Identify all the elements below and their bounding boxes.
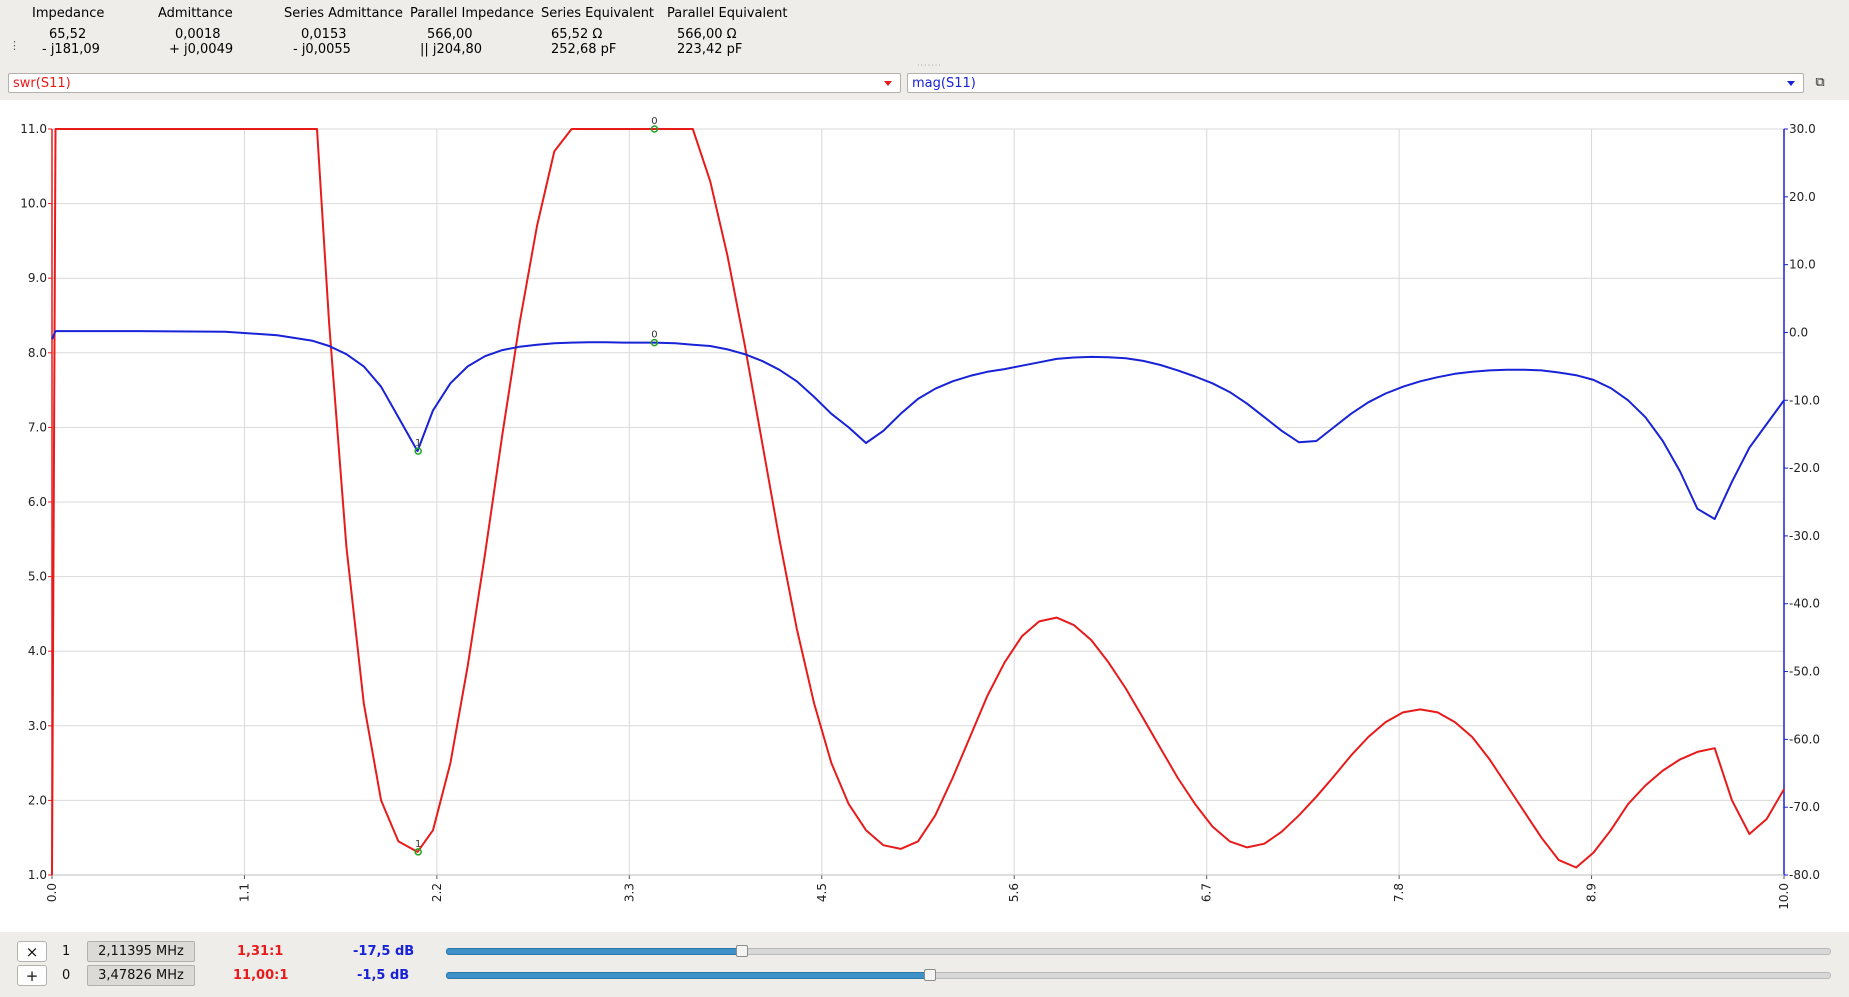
marker-frequency[interactable]: 2,11395 MHz [87,941,195,962]
y-right-tick-label: 10.0 [1789,258,1816,272]
marker-swr-value: 11,00:1 [233,968,289,983]
y-right-tick-label: -70.0 [1789,800,1820,814]
y-left-tick-label: 7.0 [28,420,47,434]
readout-value: 223,42 pF [677,42,743,57]
y-left-tick-label: 2.0 [28,793,47,807]
remove-marker-button[interactable]: × [17,941,47,962]
readout-header: Parallel Impedance [410,6,534,21]
y-right-tick-label: -80.0 [1789,868,1820,882]
marker-slider-fill [446,948,745,955]
marker-index: 1 [62,944,71,959]
readout-value: 566,00 [427,27,473,42]
y-right-tick-label: 20.0 [1789,190,1816,204]
readout-value: - j0,0055 [293,42,351,57]
y-left-tick-label: 10.0 [20,197,47,211]
y-left-tick-label: 6.0 [28,495,47,509]
y-right-tick-label: 30.0 [1789,122,1816,136]
x-tick-label: 5.6 [1007,883,1021,902]
marker-label-swr: 1 [415,839,421,850]
y-left-tick-label: 11.0 [20,122,47,136]
y-right-tick-label: -60.0 [1789,732,1820,746]
marker-swr-value: 1,31:1 [237,944,284,959]
x-tick-label: 1.1 [237,883,251,902]
y-right-tick-label: -30.0 [1789,529,1820,543]
readout-value: - j181,09 [42,42,100,57]
readout-header: Impedance [32,6,105,21]
readout-header: Series Admittance [284,6,403,21]
readout-value: 65,52 [49,27,87,42]
left-trace-select-value: swr(S11) [13,76,71,91]
chevron-down-icon [1787,81,1795,86]
x-tick-label: 0.0 [45,883,59,902]
marker-panel: × 1 2,11395 MHz 1,31:1 -17,5 dB + 0 3,47… [0,935,1849,997]
y-right-tick-label: -10.0 [1789,393,1820,407]
marker-frequency[interactable]: 3,47826 MHz [87,965,195,986]
drag-handle-icon[interactable]: ⋮ [9,40,20,51]
right-trace-select-value: mag(S11) [912,76,976,91]
readout-header: Admittance [158,6,233,21]
y-left-tick-label: 3.0 [28,719,47,733]
marker-label-swr: 0 [651,116,657,127]
readout-value: || j204,80 [420,42,482,57]
y-right-tick-label: 0.0 [1789,325,1808,339]
readout-header: Parallel Equivalent [667,6,788,21]
y-right-tick-label: -20.0 [1789,461,1820,475]
marker-slider-handle[interactable] [736,945,749,957]
add-marker-button[interactable]: + [17,965,47,986]
marker-mag-value: -1,5 dB [357,968,410,983]
marker-label-mag: 1 [415,438,421,449]
readout-panel: ⋮ Impedance 65,52 - j181,09 Admittance 0… [0,0,1849,70]
y-left-tick-label: 1.0 [28,868,47,882]
x-tick-label: 8.9 [1585,883,1599,902]
readout-value: 0,0153 [301,27,347,42]
detach-window-icon[interactable]: ⧉ [1812,76,1828,90]
x-tick-label: 4.5 [815,883,829,902]
marker-slider-fill [446,972,932,979]
y-left-tick-label: 9.0 [28,271,47,285]
swr-mag-chart: 0.0 1.1 2.2 3.3 4.5 5.6 6.7 7.8 8.9 10.01.02.03.0… [0,100,1849,932]
chart-background [0,100,1849,932]
x-tick-label: 3.3 [622,883,636,902]
left-trace-select[interactable]: swr(S11) [8,73,901,93]
y-right-tick-label: -50.0 [1789,665,1820,679]
x-tick-label: 2.2 [430,883,444,902]
x-tick-label: 6.7 [1200,883,1214,902]
readout-header: Series Equivalent [541,6,655,21]
readout-value: + j0,0049 [169,42,234,57]
readout-value: 566,00 Ω [677,27,737,42]
marker-index: 0 [62,968,71,983]
y-left-tick-label: 8.0 [28,346,47,360]
y-right-tick-label: -40.0 [1789,597,1820,611]
marker-mag-value: -17,5 dB [353,944,415,959]
x-tick-label: 7.8 [1392,883,1406,902]
splitter-handle[interactable]: ······· [917,61,942,70]
right-trace-select[interactable]: mag(S11) [907,73,1804,93]
x-tick-label: 10.0 [1777,883,1791,910]
marker-slider-handle[interactable] [923,969,936,981]
y-left-tick-label: 4.0 [28,644,47,658]
marker-label-mag: 0 [651,330,657,341]
y-left-tick-label: 5.0 [28,570,47,584]
readout-value: 65,52 Ω [551,27,603,42]
readout-value: 252,68 pF [551,42,617,57]
chevron-down-icon [884,81,892,86]
readout-value: 0,0018 [175,27,221,42]
